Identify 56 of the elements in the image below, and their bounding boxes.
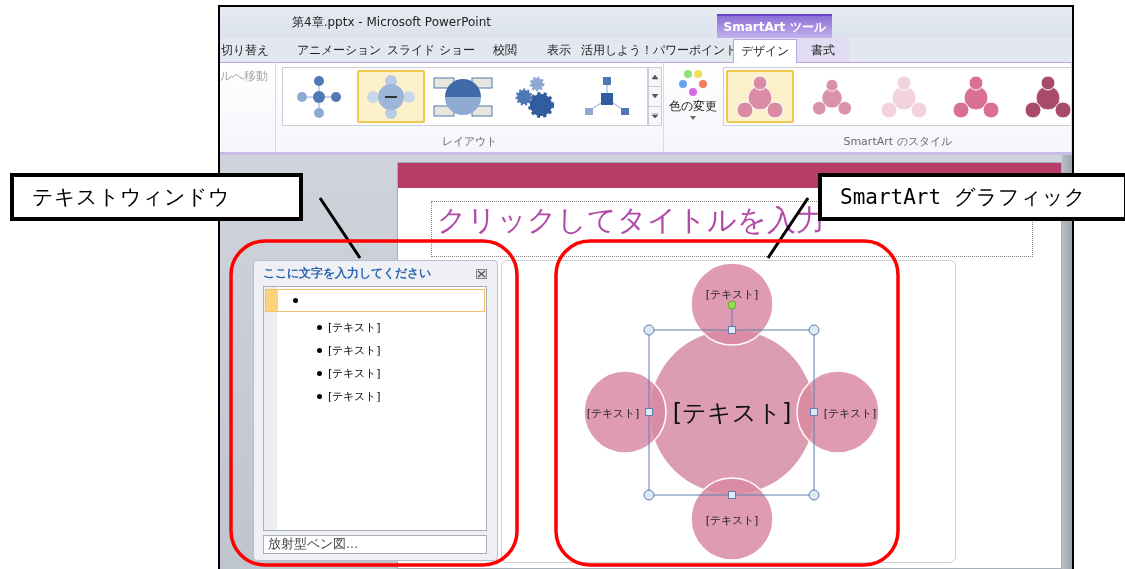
style-thumbnail-icon	[878, 73, 930, 120]
diagram-label: [テキスト]	[705, 514, 759, 527]
radial-layout-icon	[295, 74, 343, 119]
gallery-scroll-button[interactable]	[648, 87, 662, 107]
diagram-circle[interactable]	[583, 370, 667, 454]
item-text: [テキスト]	[328, 366, 381, 381]
diagram-label: [テキスト]	[823, 407, 877, 420]
diagram-label: [テキスト]	[672, 399, 792, 427]
callout-label: SmartArt グラフィック	[818, 173, 1125, 221]
text-pane-title: ここに文字を入力してください	[263, 265, 431, 282]
callout-label: テキストウィンドウ	[10, 173, 303, 221]
diagram-circle[interactable]	[690, 477, 774, 561]
list-item[interactable]: [テキスト]	[264, 362, 486, 385]
selection-frame[interactable]	[643, 300, 820, 501]
contextual-tab-header: SmartArt ツール	[717, 14, 832, 38]
bullet-icon	[317, 348, 322, 353]
ribbon-tab[interactable]: スライド ショー	[384, 38, 478, 62]
diagram-circle[interactable]	[796, 370, 880, 454]
caret-icon	[652, 113, 658, 119]
diagram-label: [テキスト]	[705, 288, 759, 301]
ribbon-tab[interactable]: 校閲	[478, 38, 532, 62]
caret-icon	[652, 74, 658, 80]
gallery-scroll-button[interactable]	[648, 106, 662, 126]
style-thumbnail-icon	[950, 73, 1002, 120]
caret-icon	[690, 116, 696, 120]
diagram-label: [テキスト]	[586, 407, 640, 420]
group-label: SmartArt のスタイル	[842, 134, 953, 150]
item-text: [テキスト]	[328, 389, 381, 404]
group-label: レイアウト	[441, 134, 498, 150]
list-item[interactable]: [テキスト]	[264, 339, 486, 362]
color-dots-icon	[678, 69, 708, 97]
style-option[interactable]	[726, 70, 794, 123]
item-text: [テキスト]	[328, 320, 381, 335]
smartart-frame[interactable]: [テキスト] [テキスト] [テキスト] [テキスト] [テキスト]	[501, 260, 956, 563]
ribbon-tab[interactable]: 切り替え	[220, 38, 294, 62]
matrix-layout-icon	[433, 74, 493, 119]
change-colors-button[interactable]: 色の変更	[667, 67, 719, 120]
list-item[interactable]: [テキスト]	[264, 385, 486, 408]
bullet-icon	[317, 394, 322, 399]
ribbon-tab[interactable]: アニメーション	[294, 38, 384, 62]
window-title: 第4章.pptx - Microsoft PowerPoint	[291, 14, 492, 31]
ribbon-tab[interactable]: デザイン	[733, 39, 797, 63]
item-text: [テキスト]	[328, 343, 381, 358]
leader-line	[318, 197, 362, 259]
close-icon[interactable]	[476, 268, 487, 279]
bullet-icon	[317, 325, 322, 330]
layout-name-field: 放射型ベン図...	[263, 535, 487, 554]
style-thumbnail-icon	[734, 73, 786, 120]
diagram-circle[interactable]	[690, 262, 774, 346]
list-item[interactable]: [テキスト]	[264, 316, 486, 339]
bullet-icon	[293, 298, 298, 303]
ribbon-tab[interactable]: 書式	[797, 38, 849, 62]
bullet-icon	[317, 371, 322, 376]
venn-layout-icon	[366, 73, 416, 120]
caret-icon	[652, 94, 658, 99]
gallery-scroll-button[interactable]	[648, 67, 662, 88]
